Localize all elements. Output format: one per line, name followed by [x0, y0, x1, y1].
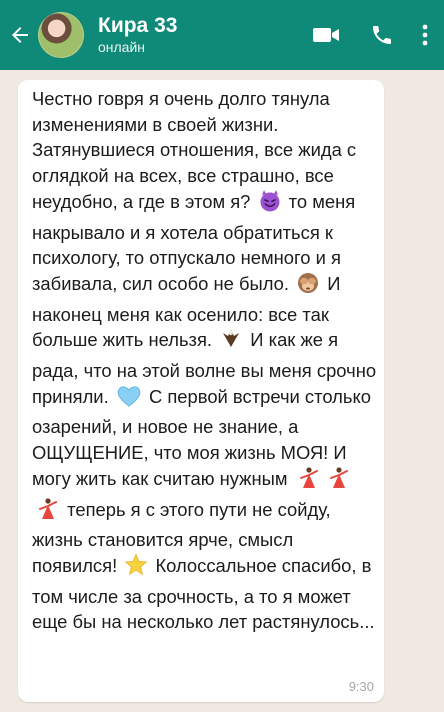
dancer-emoji — [295, 466, 321, 497]
message-time: 9:30 — [348, 679, 374, 694]
see-no-evil-monkey-emoji — [296, 271, 320, 302]
message-bubble[interactable]: Честно говря я очень долго тянула измене… — [18, 80, 384, 702]
more-options-button[interactable] — [410, 0, 440, 70]
message-text: Честно говря я очень долго тянула измене… — [32, 86, 378, 635]
avatar[interactable] — [38, 12, 84, 58]
back-arrow-icon — [12, 27, 28, 43]
back-button[interactable] — [4, 0, 36, 70]
contact-status: онлайн — [98, 39, 146, 55]
video-call-icon — [313, 28, 339, 42]
phone-icon — [373, 26, 391, 44]
eagle-emoji — [219, 327, 243, 358]
header-actions — [304, 0, 444, 70]
voice-call-button[interactable] — [360, 0, 404, 70]
light-blue-heart-emoji — [116, 384, 142, 415]
more-vert-icon — [422, 24, 428, 46]
contact-name: Кира 33 — [98, 14, 178, 37]
contact-info[interactable]: Кира 33 онлайн — [98, 14, 177, 56]
dancer-emoji — [34, 497, 60, 528]
dancer-emoji — [325, 466, 351, 497]
star-emoji — [124, 553, 148, 584]
video-call-button[interactable] — [304, 0, 348, 70]
smiling-devil-emoji — [258, 189, 282, 220]
chat-header: Кира 33 онлайн — [0, 0, 444, 70]
